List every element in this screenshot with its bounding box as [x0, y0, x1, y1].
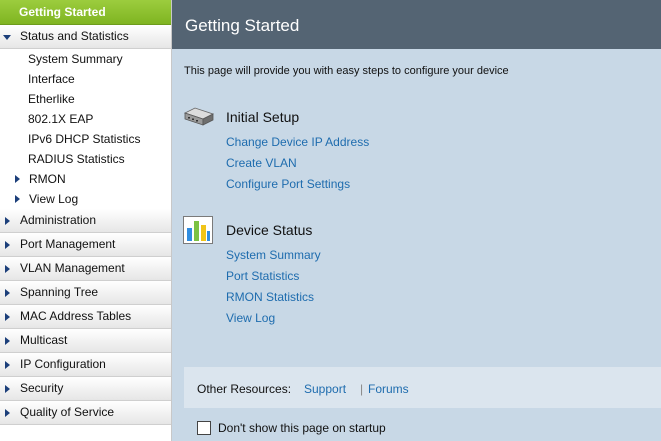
nav-system-summary[interactable]: System Summary [0, 49, 171, 69]
nav-section-label: Port Management [20, 237, 116, 251]
intro-text: This page will provide you with easy ste… [184, 65, 509, 77]
nav-administration[interactable]: Administration [0, 209, 171, 233]
nav-rmon-label: RMON [29, 172, 66, 186]
chevron-right-icon [5, 265, 10, 273]
nav-quality-of-service[interactable]: Quality of Service [0, 401, 171, 425]
create-vlan-link[interactable]: Create VLAN [226, 156, 297, 170]
nav-section-label: Multicast [20, 333, 68, 347]
chevron-right-icon [5, 289, 10, 297]
nav-view-log-label: View Log [29, 192, 79, 206]
nav-multicast[interactable]: Multicast [0, 329, 171, 353]
nav-section-label: MAC Address Tables [20, 309, 132, 323]
bar-chart-icon [183, 216, 213, 244]
nav-rmon[interactable]: RMON [0, 169, 171, 189]
dont-show-checkbox[interactable] [197, 421, 211, 435]
chevron-right-icon [5, 409, 10, 417]
system-summary-link[interactable]: System Summary [226, 248, 321, 262]
chevron-right-icon [5, 313, 10, 321]
view-log-link[interactable]: View Log [226, 311, 275, 325]
nav-section-label: Security [20, 381, 64, 395]
sidebar: Getting Started Status and Statistics Sy… [0, 0, 172, 441]
nav-mac-address-tables[interactable]: MAC Address Tables [0, 305, 171, 329]
page-title: Getting Started [185, 16, 300, 35]
nav-section-label: Administration [20, 213, 97, 227]
port-statistics-link[interactable]: Port Statistics [226, 269, 299, 283]
chevron-right-icon [15, 195, 20, 203]
nav-status-and-statistics[interactable]: Status and Statistics [0, 25, 171, 49]
forums-link[interactable]: Forums [368, 382, 409, 396]
chevron-down-icon [3, 35, 11, 40]
other-resources-bar: Other Resources: Support | Forums [184, 367, 661, 408]
nav-ipv6-dhcp-statistics[interactable]: IPv6 DHCP Statistics [0, 129, 171, 149]
chevron-right-icon [15, 175, 20, 183]
nav-getting-started[interactable]: Getting Started [0, 0, 171, 25]
page-header: Getting Started [172, 0, 661, 49]
nav-section-label: VLAN Management [20, 261, 125, 275]
nav-etherlike[interactable]: Etherlike [0, 89, 171, 109]
other-resources-label: Other Resources: [197, 382, 292, 396]
dont-show-label: Don't show this page on startup [218, 421, 386, 435]
resources-separator: | [360, 382, 364, 396]
rmon-statistics-link[interactable]: RMON Statistics [226, 290, 314, 304]
nav-vlan-management[interactable]: VLAN Management [0, 257, 171, 281]
nav-8021x-eap[interactable]: 802.1X EAP [0, 109, 171, 129]
change-device-ip-link[interactable]: Change Device IP Address [226, 135, 369, 149]
chevron-right-icon [5, 337, 10, 345]
chevron-right-icon [5, 241, 10, 249]
device-status-title: Device Status [226, 222, 313, 238]
chevron-right-icon [5, 385, 10, 393]
nav-section-label: Quality of Service [20, 405, 115, 419]
main-panel: Getting Started This page will provide y… [172, 0, 661, 441]
nav-status-label: Status and Statistics [20, 29, 129, 43]
nav-security[interactable]: Security [0, 377, 171, 401]
initial-setup-title: Initial Setup [226, 109, 300, 125]
nav-section-label: Spanning Tree [20, 285, 99, 299]
chevron-right-icon [5, 361, 10, 369]
nav-view-log[interactable]: View Log [0, 189, 171, 209]
device-icon [183, 107, 215, 126]
nav-port-management[interactable]: Port Management [0, 233, 171, 257]
nav-spanning-tree[interactable]: Spanning Tree [0, 281, 171, 305]
configure-port-settings-link[interactable]: Configure Port Settings [226, 177, 350, 191]
nav-ip-configuration[interactable]: IP Configuration [0, 353, 171, 377]
nav-radius-statistics[interactable]: RADIUS Statistics [0, 149, 171, 169]
support-link[interactable]: Support [304, 382, 346, 396]
nav-interface[interactable]: Interface [0, 69, 171, 89]
content-area: This page will provide you with easy ste… [172, 49, 661, 441]
chevron-right-icon [5, 217, 10, 225]
nav-section-label: IP Configuration [20, 357, 106, 371]
